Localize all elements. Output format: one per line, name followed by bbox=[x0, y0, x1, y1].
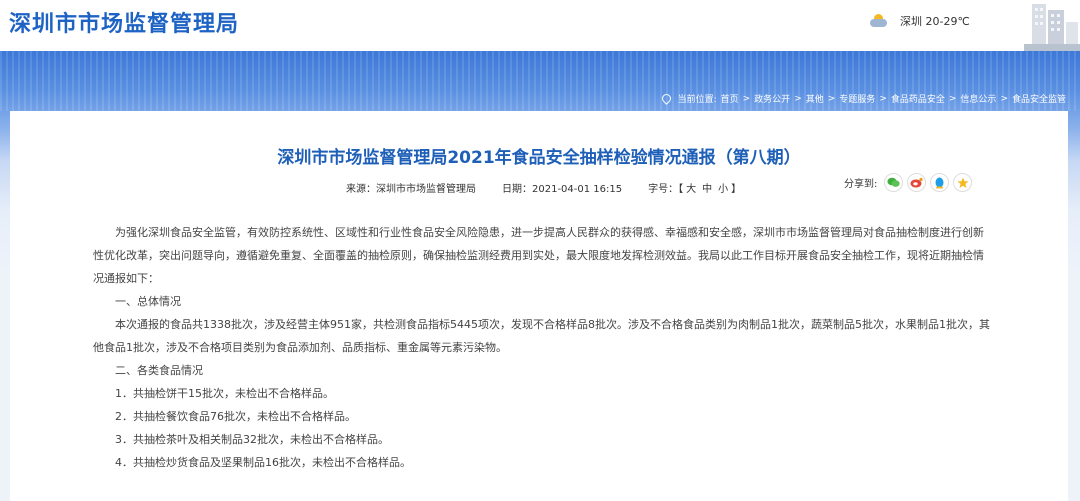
article-body: 为强化深圳食品安全监管，有效防控系统性、区域性和行业性食品安全风险隐患，进一步提… bbox=[93, 221, 993, 474]
share-label: 分享到: bbox=[844, 179, 878, 190]
overview-paragraph: 本次通报的食品共1338批次，涉及经营主体951家，共检测食品指标5445项次，… bbox=[93, 318, 990, 354]
breadcrumb-label: 当前位置: bbox=[677, 95, 717, 105]
section-heading-categories: 二、各类食品情况 bbox=[115, 364, 203, 377]
section-heading-overview: 一、总体情况 bbox=[115, 295, 181, 308]
breadcrumb: 当前位置: 首页 > 政务公开 > 其他 > 专题服务 > 食品药品安全 > 信… bbox=[659, 92, 1066, 105]
breadcrumb-separator: > bbox=[742, 93, 751, 104]
site-header: 深圳市市场监督管理局 深圳 20-29℃ bbox=[0, 0, 1080, 51]
article-date: 日期：2021-04-01 16:15 bbox=[502, 184, 623, 195]
font-bracket-open: 【 bbox=[678, 184, 684, 195]
share-bar: 分享到: bbox=[844, 173, 973, 192]
article-meta: 来源：深圳市市场监督管理局 日期：2021-04-01 16:15 字号：【大中… bbox=[346, 180, 741, 195]
building-illustration bbox=[1024, 4, 1080, 51]
qzone-icon[interactable] bbox=[953, 173, 973, 192]
breadcrumb-item-food-safety-supervision[interactable]: 食品安全监管 bbox=[1012, 92, 1066, 105]
font-size-label: 字号： bbox=[648, 184, 679, 195]
weibo-icon[interactable] bbox=[907, 173, 927, 192]
font-bracket-close: 】 bbox=[731, 184, 742, 195]
breadcrumb-item-gov-affairs[interactable]: 政务公开 bbox=[754, 92, 790, 105]
weather-text: 深圳 20-29℃ bbox=[900, 15, 970, 28]
font-size-small-button[interactable]: 小 bbox=[718, 184, 728, 195]
wechat-icon[interactable] bbox=[884, 173, 904, 192]
weather-widget: 深圳 20-29℃ bbox=[870, 13, 970, 29]
breadcrumb-item-special-services[interactable]: 专题服务 bbox=[839, 92, 875, 105]
article-card: 深圳市市场监督管理局2021年食品安全抽样检验情况通报（第八期） 来源：深圳市市… bbox=[10, 111, 1068, 501]
breadcrumb-separator: > bbox=[794, 93, 802, 104]
partly-cloudy-icon bbox=[870, 14, 888, 28]
breadcrumb-separator: > bbox=[948, 93, 957, 104]
category-item: 3．共抽检茶叶及相关制品32批次，未检出不合格样品。 bbox=[115, 433, 389, 446]
category-item: 1．共抽检饼干15批次，未检出不合格样品。 bbox=[115, 387, 334, 400]
category-item: 4．共抽检炒货食品及坚果制品16批次，未检出不合格样品。 bbox=[115, 456, 411, 469]
site-title[interactable]: 深圳市市场监督管理局 bbox=[9, 6, 239, 38]
breadcrumb-item-info-disclosure[interactable]: 信息公示 bbox=[960, 92, 996, 105]
font-size-medium-button[interactable]: 中 bbox=[702, 184, 712, 195]
category-item: 2．共抽检餐饮食品76批次，未检出不合格样品。 bbox=[115, 410, 356, 423]
font-size-control: 字号：【大中小】 bbox=[648, 180, 741, 195]
breadcrumb-item-other[interactable]: 其他 bbox=[806, 92, 824, 105]
font-size-large-button[interactable]: 大 bbox=[686, 184, 696, 195]
breadcrumb-item-food-drug-safety[interactable]: 食品药品安全 bbox=[891, 92, 945, 105]
breadcrumb-separator: > bbox=[827, 93, 836, 104]
qq-icon[interactable] bbox=[930, 173, 950, 192]
breadcrumb-separator: > bbox=[1000, 93, 1008, 104]
location-pin-icon bbox=[659, 92, 673, 105]
breadcrumb-separator: > bbox=[879, 93, 887, 104]
article-source: 来源：深圳市市场监督管理局 bbox=[346, 184, 476, 195]
breadcrumb-item-home[interactable]: 首页 bbox=[721, 92, 739, 105]
article-title: 深圳市市场监督管理局2021年食品安全抽样检验情况通报（第八期） bbox=[277, 148, 801, 168]
intro-paragraph: 为强化深圳食品安全监管，有效防控系统性、区域性和行业性食品安全风险隐患，进一步提… bbox=[93, 226, 984, 285]
